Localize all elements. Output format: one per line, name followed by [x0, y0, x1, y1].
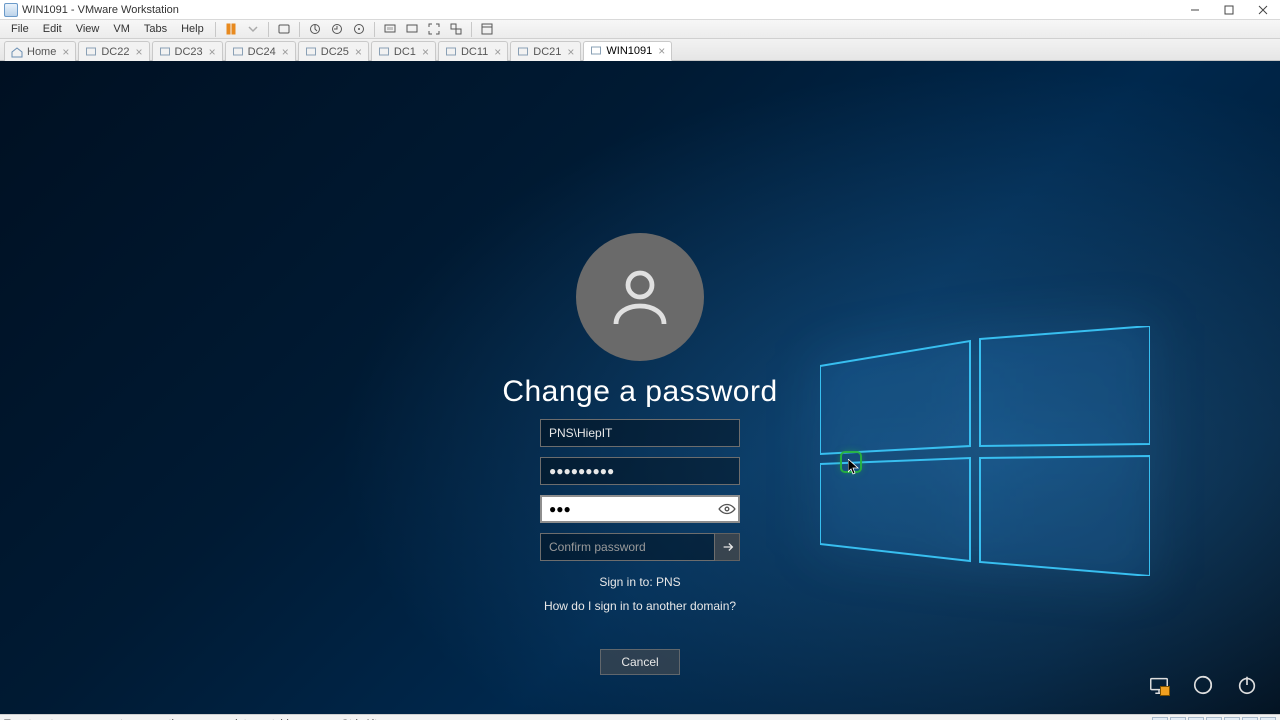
- tab-close-icon[interactable]: ×: [492, 46, 503, 58]
- tab-dc21[interactable]: DC21 ×: [510, 41, 581, 61]
- tab-label: DC11: [461, 46, 488, 58]
- revert-snapshot-icon[interactable]: [329, 21, 345, 37]
- submit-arrow-button[interactable]: [714, 533, 740, 561]
- tray-device-icon[interactable]: [1170, 717, 1186, 720]
- send-cad-icon[interactable]: [276, 21, 292, 37]
- tab-close-icon[interactable]: ×: [60, 46, 71, 58]
- old-password-input[interactable]: [540, 457, 740, 485]
- dropdown-icon[interactable]: [245, 21, 261, 37]
- tab-label: DC23: [175, 46, 203, 58]
- tab-close-icon[interactable]: ×: [565, 46, 576, 58]
- maximize-button[interactable]: [1212, 0, 1246, 20]
- tab-dc24[interactable]: DC24 ×: [225, 41, 296, 61]
- tray-device-icon[interactable]: [1152, 717, 1168, 720]
- vm-icon: [445, 46, 457, 58]
- tab-close-icon[interactable]: ×: [420, 46, 431, 58]
- tray-device-icon[interactable]: [1224, 717, 1240, 720]
- tab-label: WIN1091: [606, 45, 652, 57]
- tab-close-icon[interactable]: ×: [353, 46, 364, 58]
- warning-badge-icon: [1160, 686, 1170, 696]
- tab-home[interactable]: Home ×: [4, 41, 76, 61]
- tab-dc11[interactable]: DC11 ×: [438, 41, 508, 61]
- menu-bar: File Edit View VM Tabs Help: [0, 20, 1280, 39]
- library-icon[interactable]: [479, 21, 495, 37]
- vm-icon: [590, 45, 602, 57]
- vm-icon: [378, 46, 390, 58]
- tab-win1091[interactable]: WIN1091 ×: [583, 41, 672, 61]
- signin-to-text: Sign in to: PNS: [544, 575, 736, 589]
- tab-label: DC21: [533, 46, 561, 58]
- vm-icon: [232, 46, 244, 58]
- tab-label: DC25: [321, 46, 349, 58]
- old-password-field-wrap: [540, 457, 740, 485]
- tab-close-icon[interactable]: ×: [656, 45, 667, 57]
- tab-dc23[interactable]: DC23 ×: [152, 41, 223, 61]
- signin-hints: Sign in to: PNS How do I sign in to anot…: [544, 575, 736, 613]
- vmware-tray: [1152, 717, 1276, 720]
- unity-icon[interactable]: [448, 21, 464, 37]
- tray-device-icon[interactable]: [1260, 717, 1276, 720]
- windows-logo: [820, 326, 1150, 576]
- power-icon[interactable]: [1236, 674, 1258, 696]
- tray-device-icon[interactable]: [1242, 717, 1258, 720]
- reveal-password-icon[interactable]: [718, 500, 736, 518]
- vm-viewport[interactable]: Change a password Sign in to: PNS How do…: [0, 61, 1280, 714]
- user-avatar: [576, 233, 704, 361]
- tab-close-icon[interactable]: ×: [280, 46, 291, 58]
- console-view-icon[interactable]: [404, 21, 420, 37]
- menu-help[interactable]: Help: [174, 21, 211, 37]
- snapshot-icon[interactable]: [307, 21, 323, 37]
- lockscreen-corner-icons: [1148, 674, 1258, 696]
- confirm-password-input[interactable]: [540, 533, 740, 561]
- vm-icon: [85, 46, 97, 58]
- tab-close-icon[interactable]: ×: [207, 46, 218, 58]
- home-icon: [11, 46, 23, 58]
- page-title: Change a password: [502, 375, 777, 409]
- ease-of-access-icon[interactable]: [1192, 674, 1214, 696]
- vm-tab-strip: Home × DC22 × DC23 × DC24 × DC25 × DC1 ×…: [0, 39, 1280, 61]
- tab-label: DC1: [394, 46, 416, 58]
- other-domain-link[interactable]: How do I sign in to another domain?: [544, 599, 736, 613]
- close-button[interactable]: [1246, 0, 1280, 20]
- new-password-input[interactable]: [540, 495, 740, 523]
- minimize-button[interactable]: [1178, 0, 1212, 20]
- vm-icon: [305, 46, 317, 58]
- network-icon[interactable]: [1148, 674, 1170, 696]
- menu-file[interactable]: File: [4, 21, 36, 37]
- tab-dc25[interactable]: DC25 ×: [298, 41, 369, 61]
- menu-vm[interactable]: VM: [106, 21, 137, 37]
- window-title: WIN1091 - VMware Workstation: [22, 4, 179, 16]
- fullscreen-icon[interactable]: [426, 21, 442, 37]
- fit-guest-icon[interactable]: [382, 21, 398, 37]
- cancel-button[interactable]: Cancel: [600, 649, 680, 675]
- tab-label: DC22: [101, 46, 129, 58]
- username-input[interactable]: [540, 419, 740, 447]
- pause-vm-icon[interactable]: [223, 21, 239, 37]
- new-password-field-wrap: [540, 495, 740, 523]
- mouse-cursor: [845, 456, 865, 476]
- tab-dc22[interactable]: DC22 ×: [78, 41, 149, 61]
- manage-snapshots-icon[interactable]: [351, 21, 367, 37]
- vm-icon: [159, 46, 171, 58]
- tab-dc1[interactable]: DC1 ×: [371, 41, 436, 61]
- tab-label: Home: [27, 46, 56, 58]
- tab-close-icon[interactable]: ×: [133, 46, 144, 58]
- title-bar: WIN1091 - VMware Workstation: [0, 0, 1280, 20]
- menu-view[interactable]: View: [69, 21, 107, 37]
- tray-device-icon[interactable]: [1188, 717, 1204, 720]
- tray-device-icon[interactable]: [1206, 717, 1222, 720]
- change-password-panel: Change a password Sign in to: PNS How do…: [500, 233, 780, 675]
- vm-icon: [517, 46, 529, 58]
- username-field-wrap: [540, 419, 740, 447]
- tab-label: DC24: [248, 46, 276, 58]
- app-icon: [4, 3, 18, 17]
- menu-tabs[interactable]: Tabs: [137, 21, 174, 37]
- status-bar: To return to your computer, move the mou…: [0, 714, 1280, 720]
- confirm-password-field-wrap: [540, 533, 740, 561]
- menu-edit[interactable]: Edit: [36, 21, 69, 37]
